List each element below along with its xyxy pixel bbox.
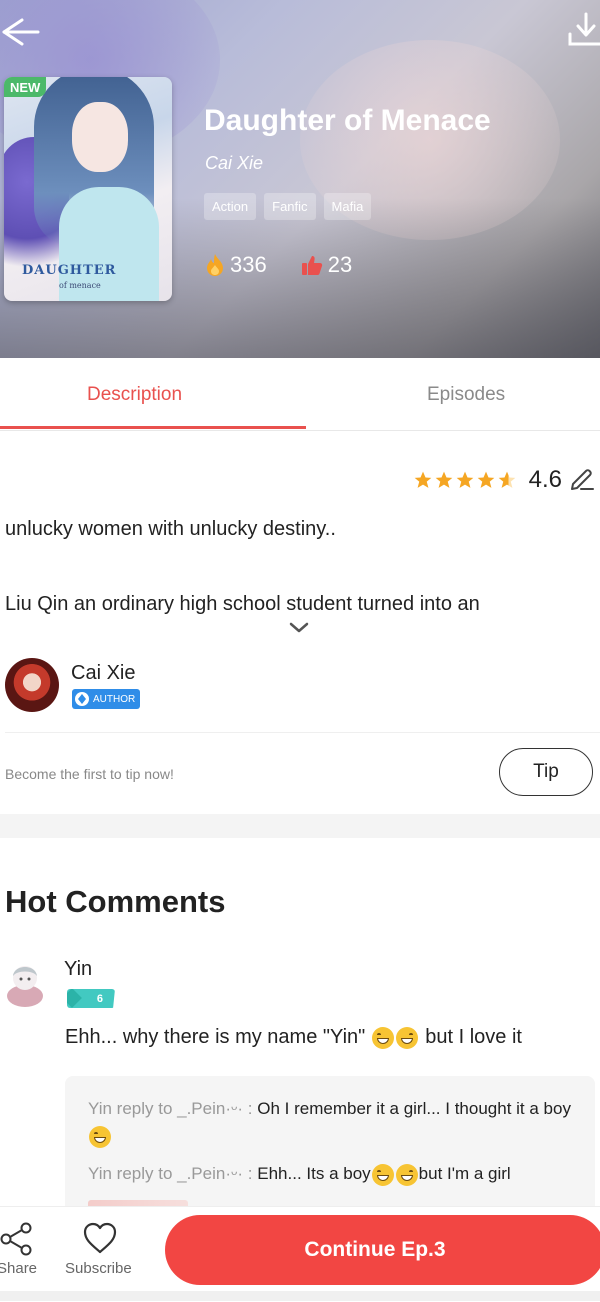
hot-count: 336 bbox=[230, 252, 267, 277]
detail-tabs: Description Episodes bbox=[0, 358, 600, 431]
author-badge-label: AUTHOR bbox=[93, 693, 136, 705]
book-author[interactable]: Cai Xie bbox=[205, 153, 263, 174]
comment-text[interactable]: Ehh... why there is my name "Yin" but I … bbox=[65, 1026, 522, 1049]
reply-text: Oh I remember it a girl... I thought it … bbox=[252, 1099, 571, 1118]
tip-prompt: Become the first to tip now! bbox=[5, 766, 174, 782]
like-count: 23 bbox=[327, 252, 353, 277]
book-title: Daughter of Menace bbox=[204, 104, 491, 137]
grinning-emoji-icon bbox=[396, 1026, 419, 1049]
flame-icon bbox=[207, 254, 223, 276]
star-icon bbox=[435, 471, 452, 488]
commenter-name[interactable]: Yin bbox=[64, 958, 92, 981]
author-avatar[interactable] bbox=[5, 658, 59, 712]
subscribe-button[interactable]: Subscribe bbox=[64, 1207, 144, 1287]
rating-row: 4.6 bbox=[413, 466, 594, 494]
new-badge: NEW bbox=[4, 77, 47, 97]
active-tab-indicator bbox=[0, 426, 306, 429]
download-icon[interactable] bbox=[566, 10, 600, 50]
arrow-left-icon[interactable] bbox=[0, 12, 40, 52]
comment-text-part: Ehh... why there is my name "Yin" bbox=[65, 1026, 366, 1048]
level-diamond-icon bbox=[67, 989, 82, 1008]
grinning-emoji-icon bbox=[395, 1163, 418, 1186]
grinning-emoji-icon bbox=[372, 1026, 395, 1049]
reply-item[interactable]: Yin reply to _.Pein·ᵕ· : Ehh... Its a bo… bbox=[88, 1160, 578, 1187]
pencil-icon[interactable] bbox=[568, 467, 594, 493]
comment-text-part: but I love it bbox=[425, 1026, 522, 1048]
section-divider bbox=[0, 814, 600, 838]
thumbs-up-icon bbox=[301, 256, 322, 275]
subscribe-label: Subscribe bbox=[65, 1260, 132, 1277]
grinning-emoji-icon bbox=[371, 1163, 394, 1186]
bottom-divider bbox=[0, 1291, 600, 1301]
continue-reading-button[interactable]: Continue Ep.3 bbox=[165, 1215, 600, 1285]
book-cover[interactable]: DAUGHTER of menace NEW bbox=[4, 77, 172, 301]
tab-episodes[interactable]: Episodes bbox=[427, 384, 505, 406]
heart-icon bbox=[83, 1222, 117, 1254]
hot-comments-title: Hot Comments bbox=[5, 884, 226, 919]
cover-art-face bbox=[72, 102, 128, 172]
reply-text: Ehh... Its a boy bbox=[252, 1164, 371, 1183]
reply-author: Yin reply to _.Pein·ᵕ· : bbox=[88, 1099, 253, 1118]
cover-subtitle-art: of menace bbox=[59, 281, 101, 290]
author-badge: AUTHOR bbox=[72, 689, 141, 709]
level-value: 6 bbox=[96, 992, 103, 1005]
commenter-avatar[interactable] bbox=[5, 958, 45, 1010]
like-stat: 23 bbox=[301, 252, 352, 278]
description-text: unlucky women with unlucky destiny.. bbox=[5, 518, 336, 540]
tip-button[interactable]: Tip bbox=[499, 748, 593, 796]
level-badge: 6 bbox=[67, 989, 115, 1008]
star-icon bbox=[414, 471, 431, 488]
tag-mafia[interactable]: Mafia bbox=[323, 193, 372, 220]
laughing-emoji-icon bbox=[89, 1125, 111, 1148]
tag-fanfic[interactable]: Fanfic bbox=[264, 193, 316, 220]
rating-stars[interactable] bbox=[413, 470, 517, 490]
description-text: Liu Qin an ordinary high school student … bbox=[5, 593, 480, 615]
cover-title-art: DAUGHTER bbox=[22, 263, 117, 278]
share-label: Share bbox=[0, 1260, 38, 1277]
author-name[interactable]: Cai Xie bbox=[71, 662, 135, 685]
tag-action[interactable]: Action bbox=[204, 193, 257, 220]
star-icon bbox=[477, 471, 494, 488]
reply-author: Yin reply to _.Pein·ᵕ· : bbox=[88, 1164, 253, 1183]
rating-value: 4.6 bbox=[528, 466, 562, 493]
reply-text: but I'm a girl bbox=[418, 1164, 511, 1183]
comment-replies[interactable]: Yin reply to _.Pein·ᵕ· : Oh I remember i… bbox=[65, 1076, 595, 1216]
bottom-action-bar: Share Subscribe Continue Ep.3 bbox=[0, 1206, 600, 1302]
share-button[interactable]: Share bbox=[0, 1207, 45, 1287]
book-header: DAUGHTER of menace NEW Daughter of Menac… bbox=[0, 0, 600, 358]
share-icon bbox=[0, 1222, 32, 1256]
reply-item[interactable]: Yin reply to _.Pein·ᵕ· : Oh I remember i… bbox=[88, 1095, 578, 1149]
chevron-down-icon[interactable] bbox=[288, 620, 310, 636]
star-half-icon bbox=[498, 471, 515, 488]
hot-stat: 336 bbox=[205, 252, 267, 278]
star-icon bbox=[456, 471, 473, 488]
tab-description[interactable]: Description bbox=[87, 384, 182, 406]
book-stats: 336 23 bbox=[205, 252, 352, 278]
divider bbox=[5, 732, 600, 733]
quill-icon bbox=[75, 692, 89, 706]
genre-tags: Action Fanfic Mafia bbox=[204, 193, 372, 220]
